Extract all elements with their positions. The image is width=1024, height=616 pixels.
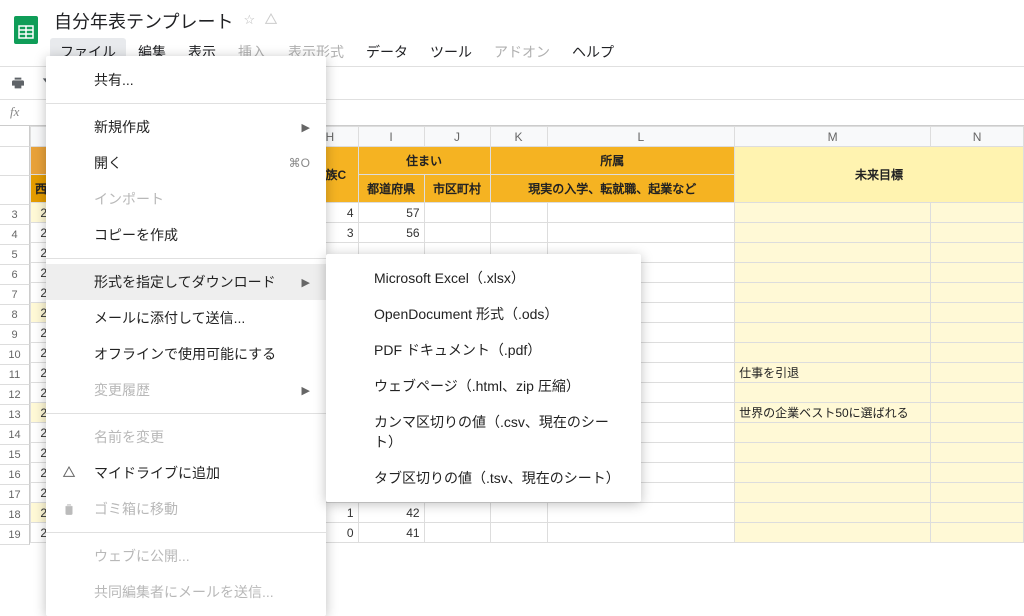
hdr-city[interactable]: 市区町村 [424,175,490,203]
menu-share[interactable]: 共有... [46,62,326,98]
chevron-right-icon: ▶ [302,276,310,289]
hdr-future-goal[interactable]: 未来目標 [735,147,1024,203]
menu-trash[interactable]: ゴミ箱に移動 [46,491,326,527]
star-icon[interactable]: ☆ [243,12,255,31]
col-header-M[interactable]: M [735,127,931,147]
menu-email-collab[interactable]: 共同編集者にメールを送信... [46,574,326,610]
menu-email-attach[interactable]: メールに添付して送信... [46,300,326,336]
hdr-prefecture[interactable]: 都道府県 [358,175,424,203]
menu-offline[interactable]: オフラインで使用可能にする [46,336,326,372]
drive-icon [60,464,78,482]
menu-addons[interactable]: アドオン [484,38,560,66]
menu-data[interactable]: データ [356,38,418,66]
menu-rename[interactable]: 名前を変更 [46,419,326,455]
file-menu-dropdown: 共有... 新規作成▶ 開く⌘O インポート コピーを作成 形式を指定してダウン… [46,56,326,616]
download-submenu: Microsoft Excel（.xlsx） OpenDocument 形式（.… [326,254,641,502]
menu-make-copy[interactable]: コピーを作成 [46,217,326,253]
menu-download-as[interactable]: 形式を指定してダウンロード▶ [46,264,326,300]
fx-label: fx [10,104,19,119]
trash-icon [60,500,78,518]
col-header-L[interactable]: L [547,127,735,147]
col-header-K[interactable]: K [490,127,547,147]
hdr-affiliation[interactable]: 所属 [490,147,735,175]
hdr-reality[interactable]: 現実の入学、転就職、起業など [490,175,735,203]
download-csv[interactable]: カンマ区切りの値（.csv、現在のシート） [326,404,641,460]
menu-add-to-drive[interactable]: マイドライブに追加 [46,455,326,491]
download-pdf[interactable]: PDF ドキュメント（.pdf） [326,332,641,368]
col-header-N[interactable]: N [931,127,1024,147]
menu-version-history[interactable]: 変更履歴▶ [46,372,326,408]
menu-new[interactable]: 新規作成▶ [46,109,326,145]
chevron-right-icon: ▶ [302,121,310,134]
drive-status-icon[interactable] [263,12,279,31]
col-header-J[interactable]: J [424,127,490,147]
chevron-right-icon: ▶ [302,384,310,397]
doc-title[interactable]: 自分年表テンプレート [54,8,233,34]
menu-open[interactable]: 開く⌘O [46,145,326,181]
hdr-living[interactable]: 住まい [358,147,490,175]
download-ods[interactable]: OpenDocument 形式（.ods） [326,296,641,332]
print-icon[interactable] [8,73,28,93]
menu-import[interactable]: インポート [46,181,326,217]
col-header-I[interactable]: I [358,127,424,147]
sheets-icon[interactable] [8,6,44,54]
download-tsv[interactable]: タブ区切りの値（.tsv、現在のシート） [326,460,641,496]
row-headers: 3 4 5 6 7 8 9 10 11 12 13 14 15 16 17 18… [0,126,30,545]
download-xlsx[interactable]: Microsoft Excel（.xlsx） [326,260,641,296]
menu-help[interactable]: ヘルプ [562,38,624,66]
download-html[interactable]: ウェブページ（.html、zip 圧縮） [326,368,641,404]
menu-tools[interactable]: ツール [420,38,482,66]
